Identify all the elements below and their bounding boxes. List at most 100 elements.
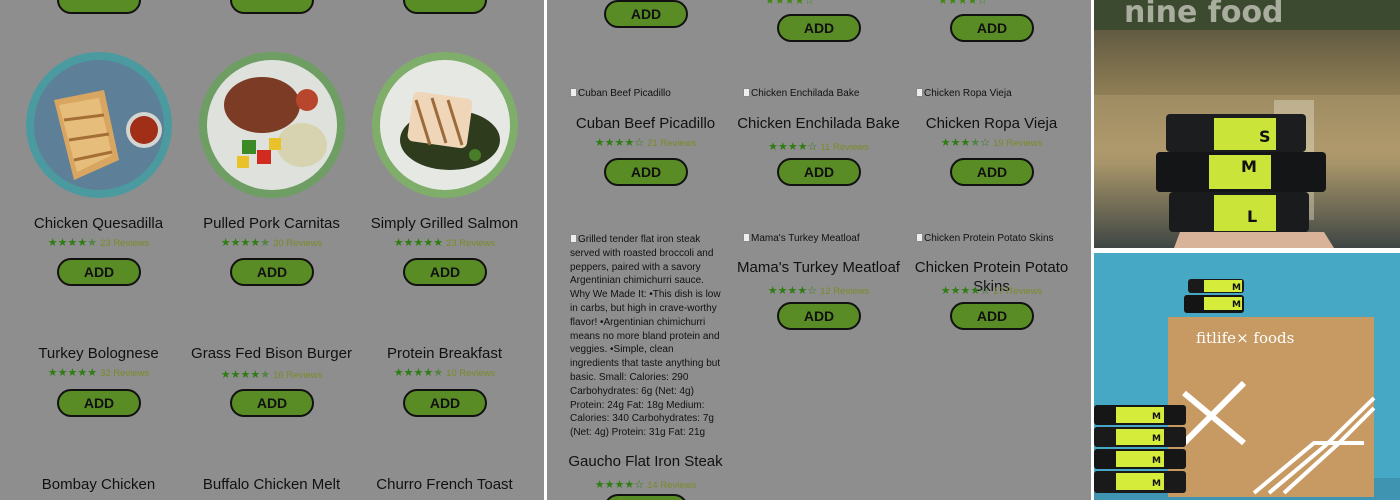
broken-image-icon xyxy=(570,88,577,97)
rating-stars: ★★★★☆ 12 Reviews xyxy=(767,285,870,297)
add-button[interactable]: ADD xyxy=(57,258,141,286)
add-button[interactable]: ADD xyxy=(57,389,141,417)
tray-size-label: M xyxy=(1232,300,1241,310)
add-button[interactable]: ADD xyxy=(604,158,688,186)
image-alt-text: Chicken Protein Potato Skins xyxy=(924,233,1054,244)
menu-item-card: Chicken Ropa Vieja ★★★★☆ 19 Reviews xyxy=(905,114,1078,150)
review-count[interactable]: 10 Reviews xyxy=(446,368,495,379)
review-count[interactable]: 32 Reviews xyxy=(100,368,149,379)
size-label-large: L xyxy=(1247,207,1257,226)
review-count[interactable]: 21 Reviews xyxy=(647,138,696,149)
rating-stars: ★★★★☆ 19 Reviews xyxy=(940,137,1043,149)
size-label-medium: M xyxy=(1241,157,1257,176)
image-alt-text: Chicken Enchilada Bake xyxy=(751,88,860,99)
meal-image-broken[interactable]: Chicken Ropa Vieja xyxy=(916,87,1012,101)
menu-item-card: Buffalo Chicken Melt xyxy=(185,475,358,494)
add-button[interactable]: ADD xyxy=(777,158,861,186)
meal-image-chicken-quesadilla[interactable] xyxy=(26,52,172,198)
menu-item-card: Chicken Enchilada Bake ★★★★☆ 11 Reviews xyxy=(732,114,905,153)
add-button[interactable]: ADD xyxy=(230,258,314,286)
review-count[interactable]: 14 Reviews xyxy=(647,480,696,491)
tray-size-label: M xyxy=(1152,412,1161,422)
meal-image-broken[interactable]: Chicken Enchilada Bake xyxy=(743,87,859,101)
rating-stars: ★★★★☆ 14 Reviews xyxy=(594,479,697,491)
add-button[interactable]: ADD xyxy=(777,302,861,330)
review-count[interactable]: 23 Reviews xyxy=(446,238,495,249)
menu-item-card: Grass Fed Bison Burger ★★★★★ 16 Reviews xyxy=(185,344,358,381)
broken-image-icon xyxy=(570,234,577,243)
review-count[interactable]: 23 Reviews xyxy=(100,238,149,249)
rating-stars: ★★★★★ 32 Reviews xyxy=(47,367,150,379)
rating-stars: ★★★★☆ xyxy=(765,0,815,7)
fitlife-box-photo: fitlife× foods M M M M M M xyxy=(1094,253,1400,500)
add-button[interactable]: ADD xyxy=(604,0,688,28)
item-name: Simply Grilled Salmon xyxy=(370,215,519,232)
meal-image-broken[interactable]: Cuban Beef Picadillo xyxy=(570,87,671,101)
add-button[interactable]: ADD xyxy=(403,389,487,417)
add-button[interactable]: ADD xyxy=(950,302,1034,330)
review-count[interactable]: 16 Reviews xyxy=(273,370,322,381)
add-button[interactable] xyxy=(230,0,314,14)
image-alt-text: Mama's Turkey Meatloaf xyxy=(751,233,860,244)
add-button[interactable]: ADD xyxy=(950,158,1034,186)
menu-item-card: Churro French Toast xyxy=(358,475,531,494)
size-label-small: S xyxy=(1259,127,1271,146)
add-button[interactable]: ADD xyxy=(230,389,314,417)
menu-item-card: Protein Breakfast ★★★★★ 10 Reviews xyxy=(358,344,531,380)
review-count[interactable]: 11 Reviews xyxy=(820,142,868,153)
item-name: Mama's Turkey Meatloaf xyxy=(737,259,900,276)
add-button[interactable]: ADD xyxy=(403,258,487,286)
add-button[interactable] xyxy=(604,494,688,500)
broken-image-icon xyxy=(743,88,750,97)
broken-image-icon xyxy=(916,233,923,242)
add-button[interactable]: ADD xyxy=(777,14,861,42)
menu-item-card: Turkey Bolognese ★★★★★ 32 Reviews xyxy=(12,344,185,380)
rating-stars: ★★★★☆ 11 Reviews xyxy=(768,141,869,153)
rating-stars: ★★★★★ 23 Reviews xyxy=(47,237,150,249)
item-name: Chicken Enchilada Bake xyxy=(737,115,900,132)
item-name: Turkey Bolognese xyxy=(38,345,159,362)
review-count[interactable]: 19 Reviews xyxy=(993,138,1042,149)
meal-image-broken[interactable]: Mama's Turkey Meatloaf xyxy=(743,232,860,246)
meal-image-broken[interactable]: Chicken Protein Potato Skins xyxy=(916,232,1054,246)
menu-grid-left: Chicken Quesadilla ★★★★★ 23 Reviews ADD P… xyxy=(0,0,544,500)
rating-stars: ★★★★☆ xyxy=(938,0,988,7)
menu-item-card: Gaucho Flat Iron Steak ★★★★☆ 14 Reviews xyxy=(559,452,732,491)
item-name: Cuban Beef Picadillo xyxy=(575,115,716,132)
image-alt-text: Cuban Beef Picadillo xyxy=(578,88,671,99)
rating-stars: ★★★★☆ 17 Reviews xyxy=(940,285,1043,297)
broken-image-icon xyxy=(916,88,923,97)
item-name: Protein Breakfast xyxy=(386,345,503,362)
item-name: Buffalo Chicken Melt xyxy=(202,476,341,493)
add-button[interactable]: ADD xyxy=(950,14,1034,42)
item-name: Grass Fed Bison Burger xyxy=(191,345,352,362)
rating-stars: ★★★★★ 10 Reviews xyxy=(393,367,496,379)
meal-image-simply-grilled-salmon[interactable] xyxy=(372,52,518,198)
add-button[interactable] xyxy=(57,0,141,14)
image-alt-text: Grilled tender flat iron steak served wi… xyxy=(570,234,721,439)
meal-image-pulled-pork-carnitas[interactable] xyxy=(199,52,345,198)
menu-item-card: Chicken Protein Potato Skins ★★★★☆ 17 Rev… xyxy=(905,258,1078,297)
menu-item-card: Pulled Pork Carnitas ★★★★★ 30 Reviews xyxy=(185,214,358,250)
meal-image-broken[interactable]: Grilled tender flat iron steak served wi… xyxy=(570,233,723,440)
menu-item-card: Simply Grilled Salmon ★★★★★ 23 Reviews xyxy=(358,214,531,250)
menu-item-card: Bombay Chicken xyxy=(12,475,185,494)
rating-stars: ★★★★★ 16 Reviews xyxy=(220,369,323,381)
tray-size-label: M xyxy=(1152,456,1161,466)
brand-logo: fitlife× foods xyxy=(1196,329,1294,347)
store-sign-text: nine food xyxy=(1124,0,1284,30)
menu-grid-middle: ADD ★★★★☆ ADD ★★★★☆ ADD Cuban Beef Picad… xyxy=(547,0,1091,500)
review-count[interactable]: 30 Reviews xyxy=(273,238,322,249)
broken-image-icon xyxy=(743,233,750,242)
item-name: Chicken Quesadilla xyxy=(33,215,164,232)
review-count[interactable]: 12 Reviews xyxy=(820,286,869,297)
add-button[interactable] xyxy=(403,0,487,14)
item-name: Gaucho Flat Iron Steak xyxy=(568,453,723,470)
menu-item-card: Mama's Turkey Meatloaf ★★★★☆ 12 Reviews xyxy=(732,258,905,297)
menu-item-card: Chicken Quesadilla ★★★★★ 23 Reviews xyxy=(12,214,185,250)
rating-stars: ★★★★★ 23 Reviews xyxy=(393,237,496,249)
item-name: Chicken Ropa Vieja xyxy=(925,115,1058,132)
item-name: Churro French Toast xyxy=(376,476,513,493)
tray-size-label: M xyxy=(1152,479,1161,489)
review-count[interactable]: 17 Reviews xyxy=(993,286,1042,297)
